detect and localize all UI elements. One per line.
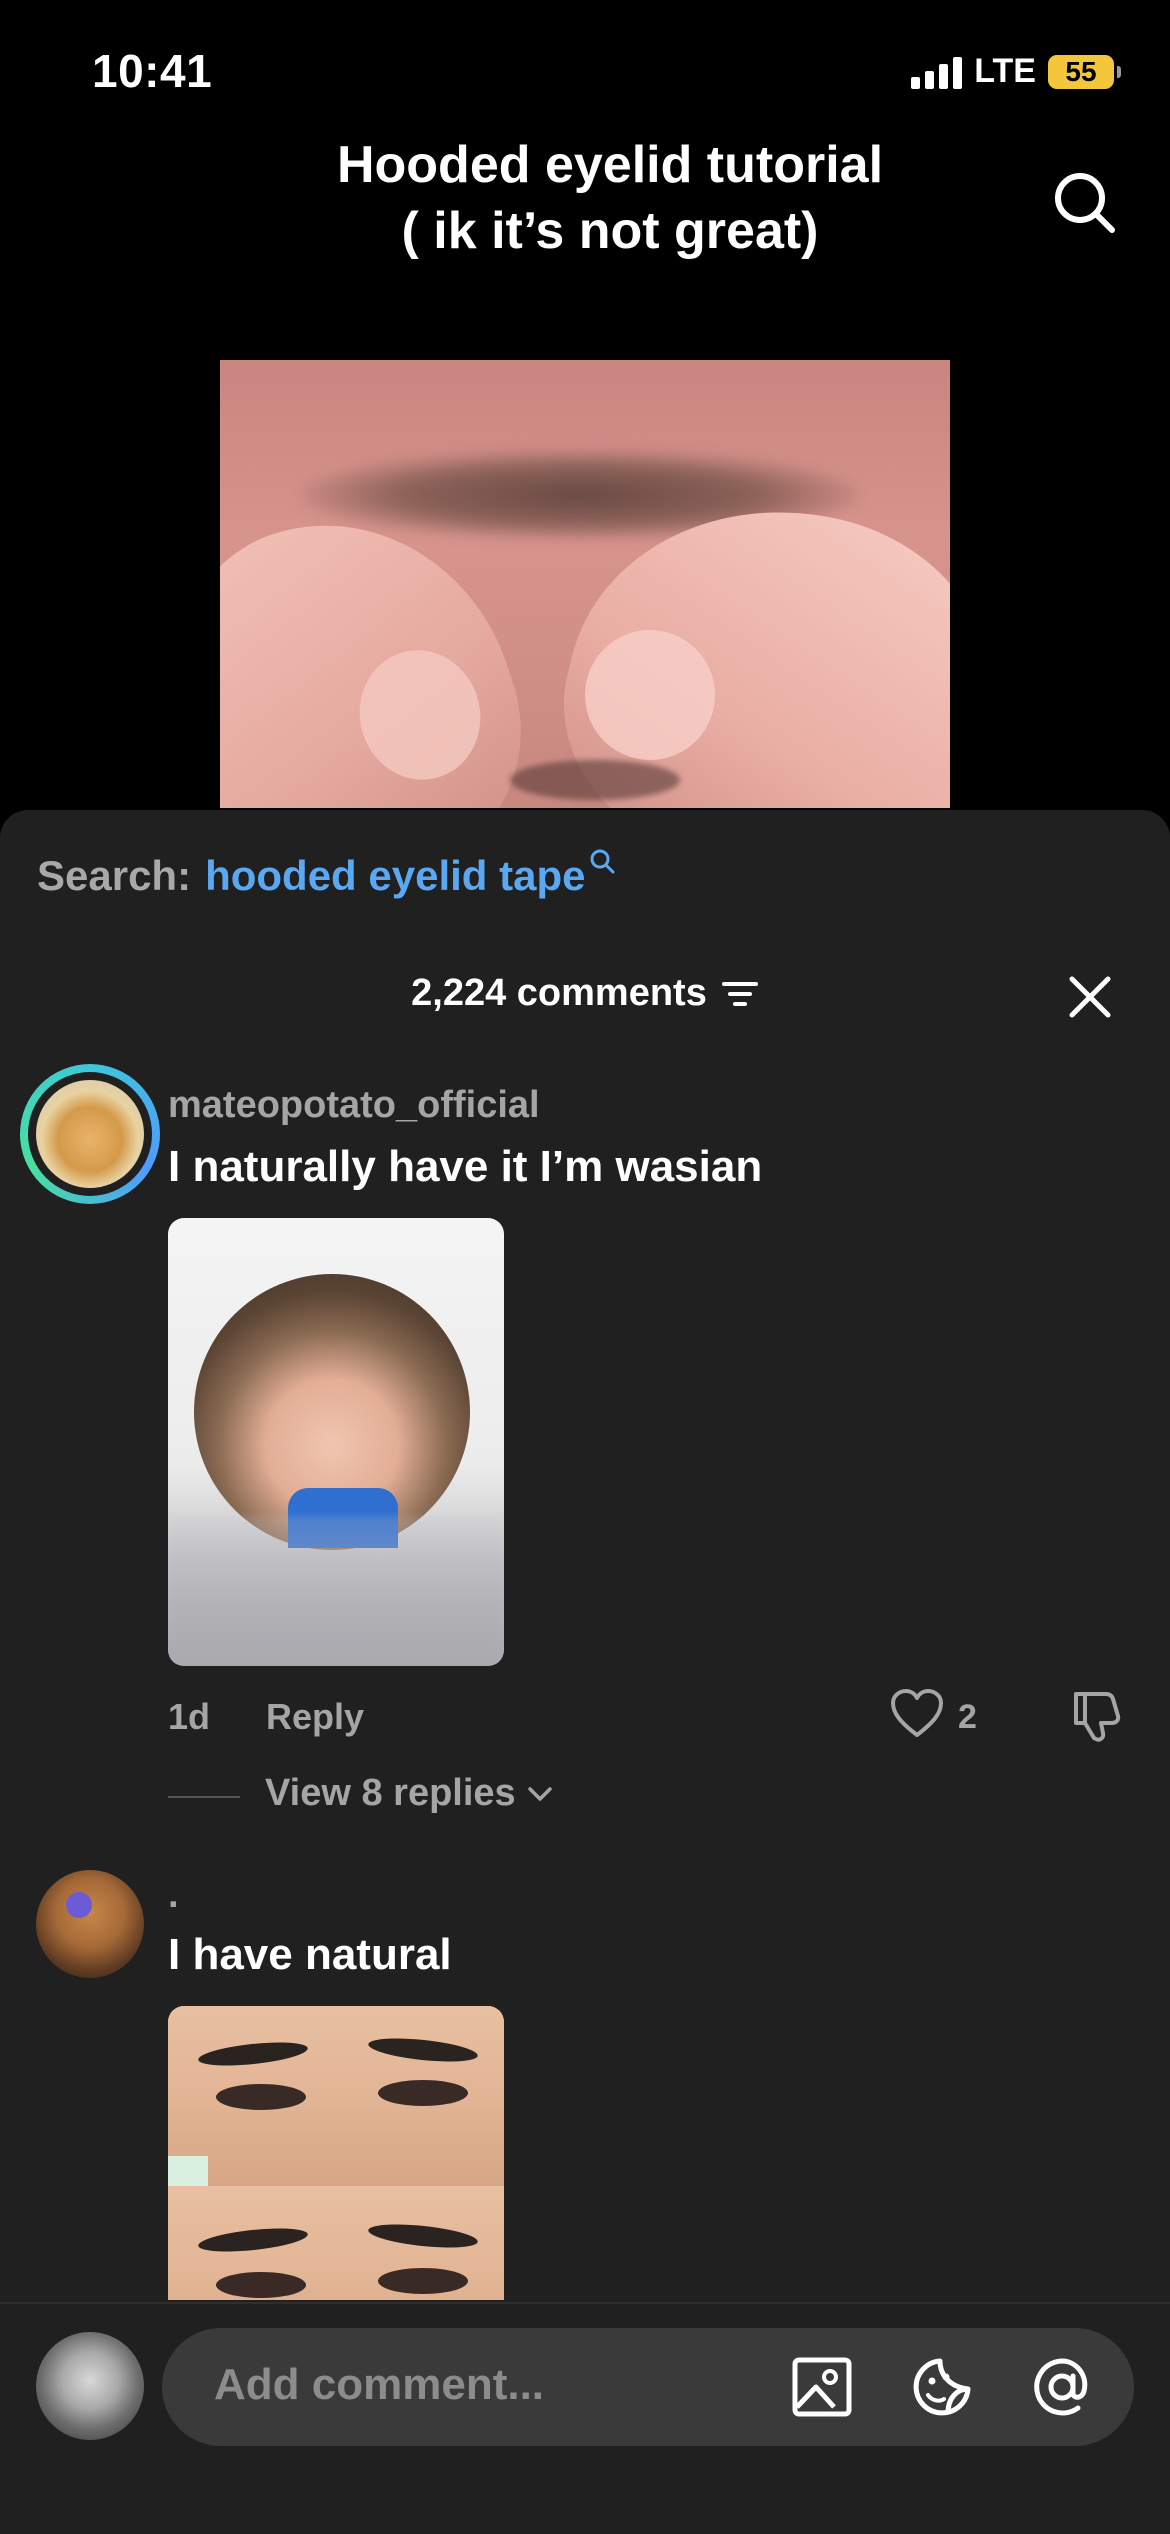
reply-button[interactable]: Reply	[266, 1696, 364, 1738]
search-suggestion-term[interactable]: hooded eyelid tape	[205, 852, 585, 900]
image-eye-left	[216, 2084, 306, 2110]
image-eye-left	[216, 2272, 306, 2298]
comment-username[interactable]: mateopotato_official	[168, 1084, 540, 1127]
comment-text: I naturally have it I’m wasian	[168, 1142, 763, 1191]
mention-button[interactable]	[1030, 2355, 1094, 2419]
image-icon	[792, 2357, 852, 2417]
video-lashes	[510, 760, 680, 800]
status-time: 10:41	[92, 45, 213, 97]
replies-divider	[168, 1796, 240, 1798]
image-brow-left	[197, 2224, 309, 2256]
sort-filter-icon[interactable]	[721, 977, 759, 1011]
comment-image[interactable]	[168, 1218, 504, 1666]
comments-count: 2,224 comments	[411, 972, 707, 1014]
video-title-line1: Hooded eyelid tutorial	[336, 136, 884, 194]
sticker-button[interactable]	[910, 2355, 974, 2419]
dislike-button[interactable]	[1068, 1688, 1124, 1744]
comment-image-bottom	[168, 2186, 504, 2300]
status-indicators: LTE 55	[911, 52, 1121, 91]
image-brow-left	[197, 2038, 309, 2070]
video-title: Hooded eyelid tutorial ( ik it’s not gre…	[250, 132, 970, 264]
battery-level: 55	[1065, 55, 1097, 87]
comment-username[interactable]: .	[168, 1874, 179, 1917]
close-comments-button[interactable]	[1068, 975, 1112, 1019]
close-icon	[1069, 976, 1111, 1018]
battery-icon: 55	[1048, 54, 1121, 89]
avatar[interactable]	[36, 1080, 144, 1188]
video-player[interactable]	[220, 360, 950, 808]
thumbs-down-icon	[1074, 1692, 1121, 1742]
search-suggestion-label: Search:	[37, 852, 192, 899]
comment-age: 1d	[168, 1696, 211, 1737]
signal-icon	[911, 55, 963, 89]
like-button[interactable]	[890, 1688, 944, 1740]
comments-header: 2,224 comments	[0, 972, 1170, 1015]
comment-image[interactable]	[168, 2006, 504, 2300]
image-eye-right	[378, 2080, 468, 2106]
search-button[interactable]	[1050, 168, 1120, 238]
image-eye-right	[378, 2268, 468, 2294]
image-brow-right	[367, 2220, 479, 2252]
view-replies-button[interactable]: View 8 replies	[265, 1772, 554, 1815]
comment-text: I have natural	[168, 1930, 452, 1979]
image-brow-right	[367, 2034, 479, 2066]
avatar[interactable]	[36, 1870, 144, 1978]
network-type: LTE	[974, 52, 1036, 90]
search-suggestion[interactable]: Search: hooded eyelid tape	[37, 849, 617, 900]
add-image-button[interactable]	[790, 2355, 854, 2419]
comment-image-edge	[168, 2156, 208, 2186]
sticker-icon	[913, 2358, 971, 2416]
video-title-line2: ( ik it’s not great)	[401, 202, 819, 260]
avatar-decoration	[66, 1892, 92, 1918]
comment-image-top	[168, 2006, 504, 2186]
like-count: 2	[958, 1698, 977, 1736]
chevron-down-icon	[527, 1786, 552, 1801]
current-user-avatar	[36, 2332, 144, 2440]
at-mention-icon	[1034, 2358, 1088, 2416]
heart-icon	[891, 1689, 943, 1737]
comment-image-blur	[168, 1516, 504, 1666]
view-replies-label: View 8 replies	[265, 1772, 516, 1814]
search-mini-icon	[590, 849, 615, 874]
search-icon	[1055, 173, 1115, 233]
add-comment-placeholder[interactable]: Add comment...	[214, 2360, 544, 2410]
